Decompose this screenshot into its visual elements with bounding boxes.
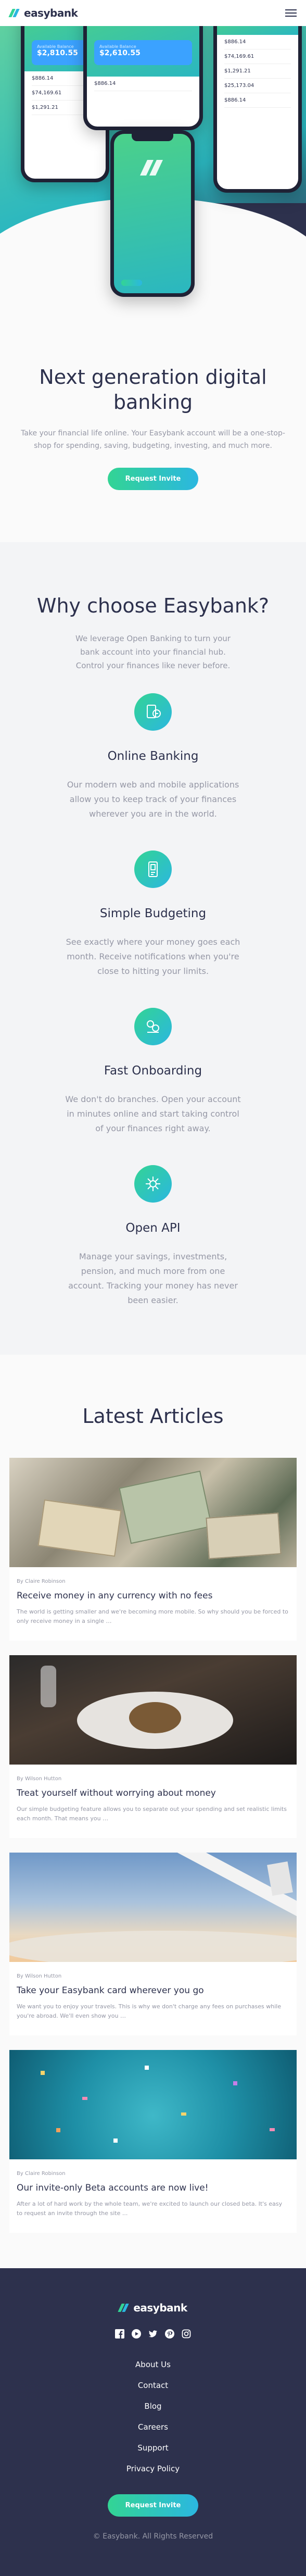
transaction-row: $74,169.61 (224, 49, 291, 64)
api-icon (134, 1165, 172, 1203)
brand-logo[interactable]: easybank (8, 7, 78, 19)
articles-section: Latest Articles By Claire Robinson Recei… (0, 1355, 306, 2268)
intro-text: Take your financial life online. Your Ea… (21, 429, 285, 450)
intro-title: Next generation digital banking (39, 366, 267, 414)
phone-mockup-right: $886.14 $74,169.61 $1,291.21 $25,173.04 … (213, 26, 302, 193)
hero-mockups: Available Balance $2,810.55 $886.14 $74,… (0, 26, 306, 333)
request-invite-button[interactable]: Request Invite (107, 468, 199, 490)
articles-title: Latest Articles (82, 1405, 224, 1428)
article-excerpt: After a lot of hard work by the whole te… (17, 2200, 283, 2217)
footer-link-privacy-policy[interactable]: Privacy Policy (10, 2464, 296, 2473)
feature-title: Simple Budgeting (99, 907, 207, 920)
footer-nav: About Us Contact Blog Careers Support Pr… (10, 2360, 296, 2473)
feature-text: See exactly where your money goes each m… (66, 937, 240, 976)
article-title[interactable]: Our invite-only Beta accounts are now li… (17, 2182, 289, 2194)
pinterest-icon[interactable] (164, 2329, 175, 2339)
article-excerpt: Our simple budgeting feature allows you … (17, 1806, 287, 1822)
site-header: easybank (0, 0, 306, 26)
twitter-icon[interactable] (148, 2329, 158, 2339)
brand-name: easybank (24, 7, 78, 19)
article-card[interactable]: By Claire Robinson Receive money in any … (9, 1458, 297, 1641)
transaction-row: $1,291.21 (224, 64, 291, 79)
footer-request-invite-button[interactable]: Request Invite (107, 2494, 199, 2517)
article-author: By Wilson Hutton (17, 1776, 62, 1782)
youtube-icon[interactable] (131, 2329, 142, 2339)
feature-fast-onboarding: Fast Onboarding We don't do branches. Op… (16, 1008, 290, 1136)
article-author: By Claire Robinson (17, 1579, 66, 1584)
feature-text: Our modern web and mobile applications a… (67, 780, 239, 819)
article-image-confetti (9, 2050, 297, 2159)
copyright-text: © Easybank. All Rights Reserved (93, 2532, 213, 2541)
footer-link-contact[interactable]: Contact (10, 2381, 296, 2390)
feature-online-banking: Online Banking Our modern web and mobile… (16, 693, 290, 821)
feature-text: We don't do branches. Open your account … (65, 1094, 241, 1133)
why-title: Why choose Easybank? (36, 594, 270, 617)
feature-text: Manage your savings, investments, pensio… (68, 1252, 238, 1305)
transaction-row: $886.14 (94, 77, 192, 91)
menu-hamburger-icon[interactable] (285, 9, 297, 17)
instagram-icon[interactable] (181, 2329, 192, 2339)
article-title[interactable]: Treat yourself without worrying about mo… (17, 1787, 289, 1799)
brand-name: easybank (133, 2302, 187, 2314)
article-card[interactable]: By Wilson Hutton Take your Easybank card… (9, 1853, 297, 2035)
article-author: By Wilson Hutton (17, 1973, 62, 1979)
feature-title: Fast Onboarding (104, 1064, 202, 1078)
footer-link-about-us[interactable]: About Us (10, 2360, 296, 2369)
feature-simple-budgeting: Simple Budgeting See exactly where your … (16, 851, 290, 979)
app-logo-icon (139, 160, 165, 176)
onboarding-icon (134, 1008, 172, 1045)
intro-section: Next generation digital banking Take you… (0, 333, 306, 542)
article-image-plane (9, 1853, 297, 1962)
why-subtitle: We leverage Open Banking to turn your ba… (75, 634, 231, 670)
why-section: Why choose Easybank? We leverage Open Ba… (0, 542, 306, 1355)
feature-title: Open API (125, 1221, 181, 1235)
article-image-restaurant (9, 1655, 297, 1765)
online-banking-icon (134, 693, 172, 731)
phone-mockup-center (110, 130, 195, 297)
balance-card: Available Balance $2,610.55 (94, 40, 192, 65)
article-card[interactable]: By Wilson Hutton Treat yourself without … (9, 1655, 297, 1838)
footer-logo[interactable]: easybank (10, 2302, 296, 2314)
article-excerpt: The world is getting smaller and we're b… (17, 1608, 288, 1624)
article-author: By Claire Robinson (17, 2171, 66, 2177)
feature-open-api: Open API Manage your savings, investment… (16, 1165, 290, 1308)
logo-mark-icon (8, 9, 21, 17)
article-image-currency (9, 1458, 297, 1567)
article-excerpt: We want you to enjoy your travels. This … (17, 2003, 282, 2019)
transaction-row: $886.14 (224, 35, 291, 49)
phone-mockup-middle-top: Available Balance $2,610.55 $886.14 (83, 26, 203, 130)
footer-link-blog[interactable]: Blog (10, 2402, 296, 2411)
budgeting-icon (134, 851, 172, 888)
article-title[interactable]: Take your Easybank card wherever you go (17, 1984, 289, 1997)
social-links (10, 2329, 296, 2339)
transaction-row: $25,173.04 (224, 79, 291, 93)
feature-title: Online Banking (107, 749, 199, 763)
article-title[interactable]: Receive money in any currency with no fe… (17, 1590, 289, 1602)
site-footer: easybank About Us Contact Blog Careers S… (0, 2268, 306, 2576)
facebook-icon[interactable] (114, 2329, 125, 2339)
footer-link-support[interactable]: Support (10, 2443, 296, 2453)
article-card[interactable]: By Claire Robinson Our invite-only Beta … (9, 2050, 297, 2233)
footer-link-careers[interactable]: Careers (10, 2422, 296, 2432)
logo-mark-icon (118, 2304, 130, 2312)
transaction-row: $886.14 (224, 93, 291, 108)
